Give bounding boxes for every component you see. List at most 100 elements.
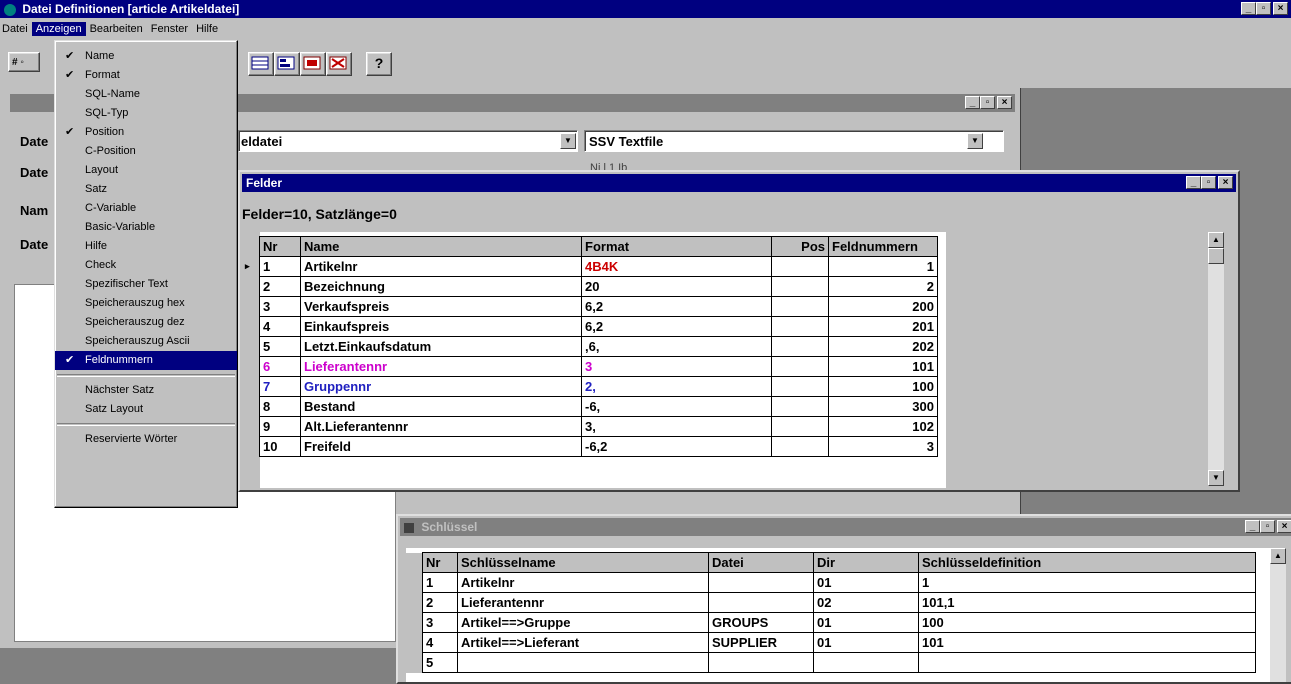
menu-item-name[interactable]: ✔ Name	[55, 47, 237, 66]
cell-feldnummer[interactable]: 300	[828, 396, 938, 417]
cell-datei[interactable]	[708, 652, 814, 673]
schl-minimize-button[interactable]: _	[1245, 520, 1260, 533]
cell-pos[interactable]	[771, 356, 829, 377]
menu-item-spezifischer-text[interactable]: Spezifischer Text	[55, 275, 237, 294]
cell-definition[interactable]: 101,1	[918, 592, 1256, 613]
schl-vscrollbar[interactable]: ▲	[1270, 548, 1286, 682]
cell-schluesselname[interactable]: Artikel==>Gruppe	[457, 612, 709, 633]
cell-name[interactable]: Artikelnr	[300, 256, 582, 277]
cell-pos[interactable]	[771, 436, 829, 457]
felder-close-button[interactable]: ×	[1218, 176, 1233, 189]
table-row[interactable]: 8 Bestand -6, 300	[242, 396, 938, 417]
cell-feldnummer[interactable]: 2	[828, 276, 938, 297]
menu-item-feldnummern[interactable]: ✔ Feldnummern	[55, 351, 237, 370]
cell-name[interactable]: Bestand	[300, 396, 582, 417]
cell-dir[interactable]: 02	[813, 592, 919, 613]
cell-definition[interactable]: 1	[918, 572, 1256, 593]
cell-pos[interactable]	[771, 276, 829, 297]
menu-hilfe[interactable]: Hilfe	[192, 23, 222, 35]
dateiname-dropdown[interactable]: eldatei ▼	[238, 130, 578, 152]
schl-col-dir[interactable]: Dir	[813, 552, 919, 573]
dropdown-arrow-icon[interactable]: ▼	[560, 133, 576, 149]
cell-nr[interactable]: 4	[422, 632, 458, 653]
cell-feldnummer[interactable]: 200	[828, 296, 938, 317]
menu-item-c-variable[interactable]: C-Variable	[55, 199, 237, 218]
cell-name[interactable]: Einkaufspreis	[300, 316, 582, 337]
cell-nr[interactable]: 2	[259, 276, 301, 297]
cell-name[interactable]: Gruppennr	[300, 376, 582, 397]
scroll-thumb[interactable]	[1208, 248, 1224, 264]
cell-nr[interactable]: 2	[422, 592, 458, 613]
menu-bearbeiten[interactable]: Bearbeiten	[86, 23, 147, 35]
cell-definition[interactable]: 101	[918, 632, 1256, 653]
cell-feldnummer[interactable]: 201	[828, 316, 938, 337]
cell-nr[interactable]: 8	[259, 396, 301, 417]
cell-schluesselname[interactable]: Artikel==>Lieferant	[457, 632, 709, 653]
cell-format[interactable]: -6,2	[581, 436, 772, 457]
col-header-pos[interactable]: Pos	[771, 236, 829, 257]
cell-name[interactable]: Verkaufspreis	[300, 296, 582, 317]
cell-format[interactable]: 2,	[581, 376, 772, 397]
cell-format[interactable]: ,6,	[581, 336, 772, 357]
cell-pos[interactable]	[771, 256, 829, 277]
cell-format[interactable]: 3,	[581, 416, 772, 437]
menu-item-speicherauszug-dez[interactable]: Speicherauszug dez	[55, 313, 237, 332]
schl-col-nr[interactable]: Nr	[422, 552, 458, 573]
cell-format[interactable]: 6,2	[581, 296, 772, 317]
schl-col-datei[interactable]: Datei	[708, 552, 814, 573]
menu-item-n-chster-satz[interactable]: Nächster Satz	[55, 381, 237, 400]
menu-item-position[interactable]: ✔ Position	[55, 123, 237, 142]
cell-feldnummer[interactable]: 101	[828, 356, 938, 377]
def-maximize-button[interactable]: ▫	[980, 96, 995, 109]
menu-item-format[interactable]: ✔ Format	[55, 66, 237, 85]
cell-name[interactable]: Bezeichnung	[300, 276, 582, 297]
cell-nr[interactable]: 6	[259, 356, 301, 377]
close-button[interactable]: ×	[1273, 2, 1288, 15]
cell-dir[interactable]: 01	[813, 612, 919, 633]
cell-pos[interactable]	[771, 296, 829, 317]
table-row[interactable]: 4 Einkaufspreis 6,2 201	[242, 316, 938, 337]
grid-view-icon[interactable]	[248, 52, 274, 76]
cell-dir[interactable]: 01	[813, 572, 919, 593]
menu-item-sql-typ[interactable]: SQL-Typ	[55, 104, 237, 123]
table-row[interactable]: 5 Letzt.Einkaufsdatum ,6, 202	[242, 336, 938, 357]
cell-pos[interactable]	[771, 376, 829, 397]
menu-item-layout[interactable]: Layout	[55, 161, 237, 180]
schl-col-name[interactable]: Schlüsselname	[457, 552, 709, 573]
table-row[interactable]: 3 Verkaufspreis 6,2 200	[242, 296, 938, 317]
table-row[interactable]: ▸ 1 Artikelnr 4B4K 1	[242, 256, 938, 277]
schl-col-def[interactable]: Schlüsseldefinition	[918, 552, 1256, 573]
menu-item-sql-name[interactable]: SQL-Name	[55, 85, 237, 104]
table-row[interactable]: 5	[406, 652, 1256, 673]
scroll-down-icon[interactable]: ▼	[1208, 470, 1224, 486]
table-row[interactable]: 10 Freifeld -6,2 3	[242, 436, 938, 457]
dateityp-dropdown[interactable]: SSV Textfile ▼	[584, 130, 1004, 152]
col-header-nr[interactable]: Nr	[259, 236, 301, 257]
schl-maximize-button[interactable]: ▫	[1260, 520, 1275, 533]
cell-name[interactable]: Alt.Lieferantennr	[300, 416, 582, 437]
table-row[interactable]: 2 Bezeichnung 20 2	[242, 276, 938, 297]
cell-definition[interactable]: 100	[918, 612, 1256, 633]
cell-name[interactable]: Freifeld	[300, 436, 582, 457]
cell-pos[interactable]	[771, 416, 829, 437]
cell-datei[interactable]: GROUPS	[708, 612, 814, 633]
cell-feldnummer[interactable]: 102	[828, 416, 938, 437]
cell-feldnummer[interactable]: 1	[828, 256, 938, 277]
cell-dir[interactable]: 01	[813, 632, 919, 653]
menu-item-speicherauszug-hex[interactable]: Speicherauszug hex	[55, 294, 237, 313]
cell-format[interactable]: 6,2	[581, 316, 772, 337]
def-close-button[interactable]: ×	[997, 96, 1012, 109]
table-row[interactable]: 2 Lieferantennr 02 101,1	[406, 592, 1256, 613]
col-header-feldnummern[interactable]: Feldnummern	[828, 236, 938, 257]
cell-schluesselname[interactable]: Artikelnr	[457, 572, 709, 593]
cell-pos[interactable]	[771, 316, 829, 337]
menu-fenster[interactable]: Fenster	[147, 23, 192, 35]
cell-format[interactable]: 4B4K	[581, 256, 772, 277]
cell-nr[interactable]: 3	[422, 612, 458, 633]
cell-datei[interactable]: SUPPLIER	[708, 632, 814, 653]
cell-pos[interactable]	[771, 336, 829, 357]
form-view-icon[interactable]	[274, 52, 300, 76]
menu-anzeigen[interactable]: Anzeigen	[31, 22, 86, 36]
cell-nr[interactable]: 7	[259, 376, 301, 397]
cell-feldnummer[interactable]: 100	[828, 376, 938, 397]
